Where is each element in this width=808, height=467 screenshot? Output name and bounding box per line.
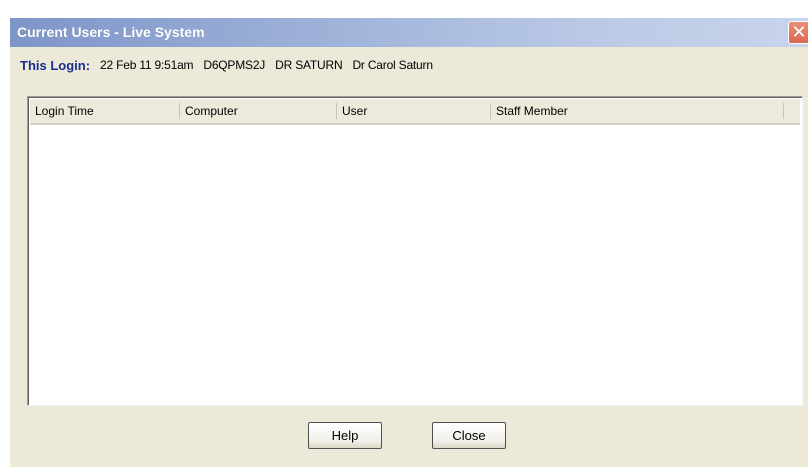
login-user: DR SATURN xyxy=(275,58,343,72)
current-users-list[interactable]: Login Time Computer User Staff Member xyxy=(27,96,803,406)
window-title: Current Users - Live System xyxy=(17,24,205,40)
list-header: Login Time Computer User Staff Member xyxy=(30,99,800,125)
this-login-label: This Login: xyxy=(20,57,91,73)
column-header-computer[interactable]: Computer xyxy=(180,99,336,123)
login-staff: Dr Carol Saturn xyxy=(352,58,433,72)
title-bar[interactable]: Current Users - Live System ✕ xyxy=(10,18,808,47)
login-computer: D6QPMS2J xyxy=(203,58,266,72)
column-header-user[interactable]: User xyxy=(337,99,490,123)
current-users-dialog: Current Users - Live System ✕ This Login… xyxy=(10,18,808,467)
login-datetime: 22 Feb 11 9:51am xyxy=(100,58,194,72)
close-icon[interactable]: ✕ xyxy=(788,21,808,44)
this-login-row: This Login: 22 Feb 11 9:51am D6QPMS2J DR… xyxy=(20,56,443,74)
close-button[interactable]: Close xyxy=(432,422,506,449)
column-divider[interactable] xyxy=(783,103,784,119)
column-header-login-time[interactable]: Login Time xyxy=(30,99,179,123)
help-button[interactable]: Help xyxy=(308,422,382,449)
column-header-staff-member[interactable]: Staff Member xyxy=(491,99,783,123)
